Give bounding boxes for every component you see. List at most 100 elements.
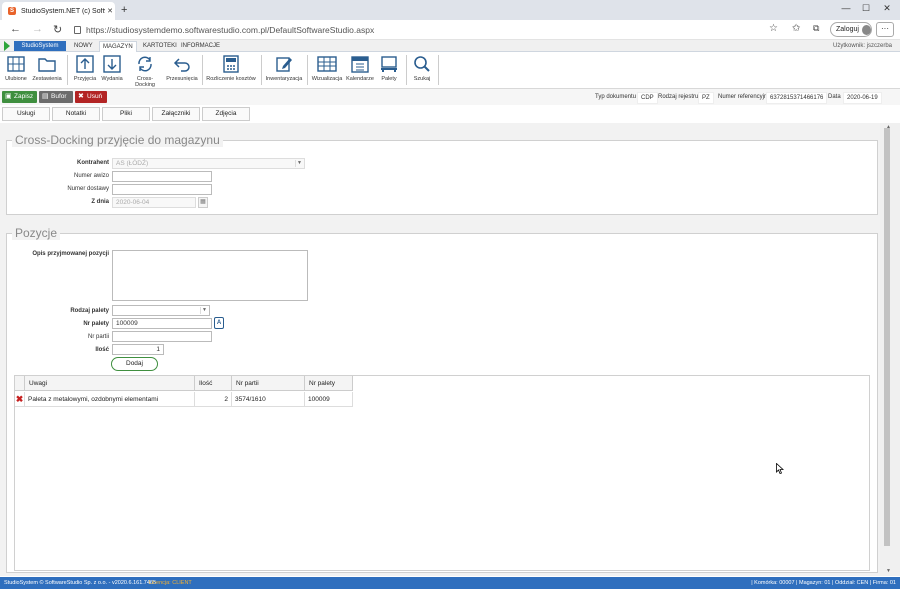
- ribbon-palety[interactable]: Palety: [377, 55, 401, 82]
- register-label: Rodzaj rejestru: [658, 94, 699, 100]
- browser-titlebar: S StudioSystem.NET (c) SoftwareStu ✕ + —…: [0, 0, 900, 20]
- batch-number-input[interactable]: [112, 331, 212, 342]
- ribbon-przyjecia[interactable]: Przyjęcia: [72, 55, 98, 82]
- tab-pliki[interactable]: Pliki: [102, 107, 150, 121]
- tab-notatki[interactable]: Notatki: [52, 107, 100, 121]
- status-bar: StudioSystem © SoftwareStudio Sp. z o.o.…: [0, 577, 900, 589]
- ribbon-label: Palety: [381, 76, 397, 82]
- ribbon-rozliczenie-kosztow[interactable]: Rozliczenie kosztów: [205, 55, 257, 82]
- back-icon[interactable]: ←: [10, 23, 21, 35]
- tab-magazyn[interactable]: MAGAZYN: [99, 41, 137, 52]
- ribbon-kalendarze[interactable]: Kalendarze: [345, 55, 375, 82]
- date-label: Data: [828, 94, 841, 100]
- batch-label: Nr partii: [87, 334, 109, 340]
- ribbon-label: Kalendarze: [346, 76, 374, 82]
- ribbon-label: Przyjęcia: [73, 76, 97, 82]
- pallet-type-select[interactable]: ▼: [112, 305, 210, 316]
- pallet-type-label: Rodzaj palety: [70, 308, 109, 314]
- browser-tab[interactable]: S StudioSystem.NET (c) SoftwareStu ✕: [2, 2, 115, 20]
- tab-informacje[interactable]: INFORMACJE: [181, 41, 220, 52]
- ref-number-label: Numer referencyjny: [718, 94, 771, 100]
- login-label: Zaloguj: [836, 26, 859, 33]
- close-window-icon[interactable]: ✕: [877, 3, 897, 14]
- add-button[interactable]: Dodaj: [111, 357, 158, 371]
- status-license: Licencja: CLIENT: [149, 580, 192, 586]
- maximize-icon[interactable]: ☐: [856, 3, 876, 14]
- delivery-label: Numer dostawy: [67, 186, 109, 192]
- tab-nowy[interactable]: NOWY: [74, 41, 93, 52]
- calendar-picker-icon[interactable]: ▦: [198, 197, 208, 208]
- collections-icon[interactable]: ⧉: [813, 23, 819, 34]
- page-scrollbar[interactable]: [880, 123, 900, 576]
- save-button[interactable]: ▣ Zapisz: [2, 91, 37, 103]
- contractor-select[interactable]: AS (ŁÓDŹ) ▼: [112, 158, 305, 169]
- buffer-label: Bufor: [51, 93, 67, 100]
- ref-number-value: 6372815371466176: [766, 92, 828, 104]
- ribbon-zestawienia[interactable]: Zestawienia: [32, 55, 62, 82]
- ribbon-cross-docking[interactable]: Cross-Docking: [127, 55, 163, 88]
- col-nr-partii[interactable]: Nr partii: [232, 376, 305, 391]
- delete-button[interactable]: ✖ Usuń: [75, 91, 107, 103]
- favicon-icon: S: [8, 7, 16, 15]
- favorite-star-icon[interactable]: ☆: [769, 23, 778, 34]
- url-field[interactable]: https://studiosystemdemo.softwarestudio.…: [74, 23, 774, 37]
- register-value: PZ: [698, 92, 714, 104]
- pallet-number-input[interactable]: 100009: [112, 318, 212, 329]
- brand-button[interactable]: StudioSystem: [14, 41, 66, 51]
- new-tab-icon[interactable]: +: [121, 4, 127, 16]
- ribbon-przesuniecia[interactable]: Przesunięcia: [166, 55, 198, 82]
- advice-number-input[interactable]: [112, 171, 212, 182]
- url-text: https://studiosystemdemo.softwarestudio.…: [86, 25, 375, 35]
- status-context: | Komórka: 00007 | Magazyn: 01 | Oddział…: [751, 580, 896, 586]
- ribbon-label: Ulubione: [5, 76, 27, 82]
- play-icon[interactable]: [4, 41, 10, 51]
- qty-label: Ilość: [95, 347, 109, 353]
- refresh-icon[interactable]: ↻: [53, 23, 62, 36]
- ribbon-wizualizacja[interactable]: Wizualizacja: [311, 55, 343, 82]
- quantity-input[interactable]: 1: [112, 344, 164, 355]
- ribbon-ulubione[interactable]: Ulubione: [3, 55, 29, 82]
- generate-pallet-icon[interactable]: A: [214, 317, 224, 329]
- ribbon-label: Szukaj: [413, 76, 431, 82]
- ribbon-label: Wydania: [101, 76, 123, 82]
- from-date-input[interactable]: 2020-06-04: [112, 197, 196, 208]
- col-ilosc[interactable]: Ilość: [195, 376, 232, 391]
- main-content: Cross-Docking przyjęcie do magazynu Kont…: [0, 123, 880, 576]
- mouse-cursor-icon: [776, 463, 784, 474]
- ribbon-szukaj[interactable]: Szukaj: [410, 55, 434, 82]
- tab-zalaczniki[interactable]: Załączniki: [152, 107, 200, 121]
- ribbon-toolbar: Ulubione Zestawienia Przyjęcia Wydania C…: [0, 52, 900, 89]
- minimize-icon[interactable]: —: [836, 3, 856, 13]
- address-bar: ← → ↻ https://studiosystemdemo.softwares…: [0, 20, 900, 40]
- more-menu-icon[interactable]: ···: [876, 22, 894, 37]
- tab-uslugi[interactable]: Usługi: [2, 107, 50, 121]
- scrollbar-thumb[interactable]: [884, 128, 890, 546]
- doc-type-value: CDP: [637, 92, 658, 104]
- col-nr-palety[interactable]: Nr palety: [305, 376, 353, 391]
- scroll-down-icon[interactable]: ▼: [886, 568, 891, 574]
- ribbon-inwentaryzacja[interactable]: Inwentaryzacja: [265, 55, 303, 82]
- delete-label: Usuń: [87, 93, 103, 100]
- forward-icon[interactable]: →: [32, 23, 43, 35]
- close-tab-icon[interactable]: ✕: [105, 7, 115, 15]
- ribbon-label: Przesunięcia: [166, 76, 198, 82]
- tab-zdjecia[interactable]: Zdjęcia: [202, 107, 250, 121]
- description-textarea[interactable]: [112, 250, 308, 301]
- ribbon-label: Cross-Docking: [135, 76, 155, 88]
- undo-icon: [173, 58, 190, 72]
- ribbon-label: Wizualizacja: [311, 76, 343, 82]
- arrow-up-box-icon: [76, 55, 94, 73]
- cell-ilosc: 2: [195, 392, 232, 407]
- save-icon: ▣: [5, 93, 12, 100]
- calculator-icon: [223, 55, 239, 73]
- tab-title: StudioSystem.NET (c) SoftwareStu: [21, 7, 105, 15]
- delivery-number-input[interactable]: [112, 184, 212, 195]
- login-button[interactable]: Zaloguj: [830, 22, 872, 37]
- lock-icon: [74, 26, 81, 34]
- favorites-list-icon[interactable]: ✩: [792, 23, 800, 34]
- delete-row-icon[interactable]: ✖: [15, 392, 25, 407]
- col-uwagi[interactable]: Uwagi: [25, 376, 195, 391]
- ribbon-wydania[interactable]: Wydania: [99, 55, 125, 82]
- tab-kartoteki[interactable]: KARTOTEKI: [143, 41, 177, 52]
- buffer-button[interactable]: ▤ Bufor: [39, 91, 73, 103]
